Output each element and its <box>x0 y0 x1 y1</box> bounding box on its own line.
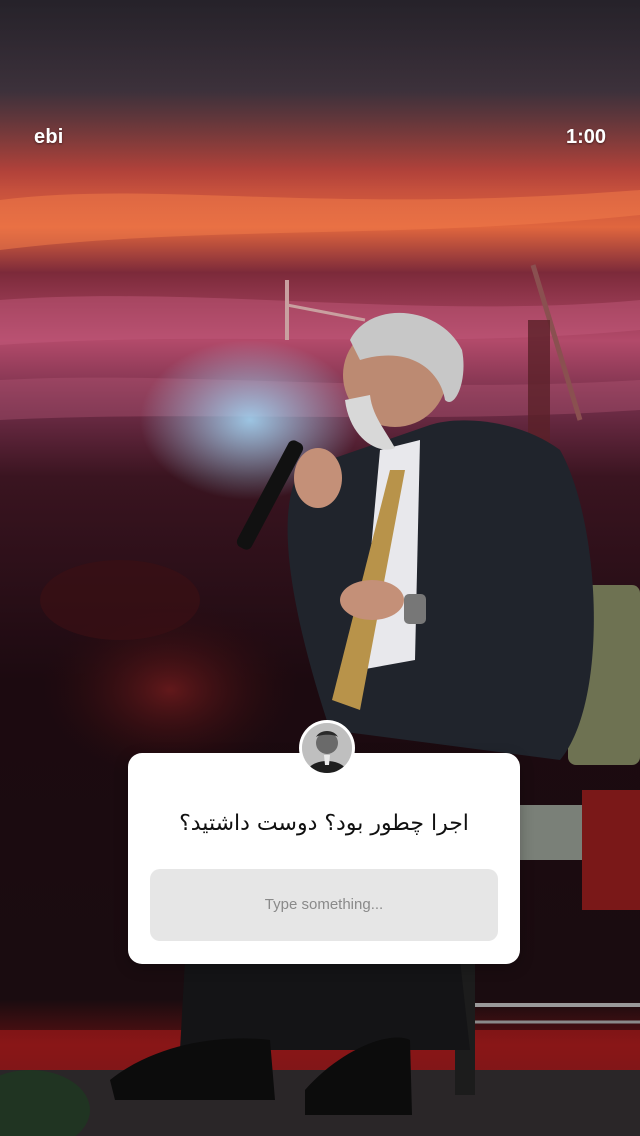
profile-avatar <box>299 720 355 776</box>
question-text: اجرا چطور بود؟ دوست داشتید؟ <box>179 811 469 836</box>
top-gradient-overlay <box>0 0 640 190</box>
story-viewer[interactable]: ebi 1:00 اجرا چطور بود؟ دوست داشتید؟ Typ… <box>0 0 640 1136</box>
question-sticker[interactable]: اجرا چطور بود؟ دوست داشتید؟ Type somethi… <box>128 753 520 964</box>
avatar-icon <box>302 723 352 773</box>
story-username[interactable]: ebi <box>34 126 64 149</box>
answer-input[interactable]: Type something... <box>150 869 498 941</box>
story-timer: 1:00 <box>565 126 606 148</box>
